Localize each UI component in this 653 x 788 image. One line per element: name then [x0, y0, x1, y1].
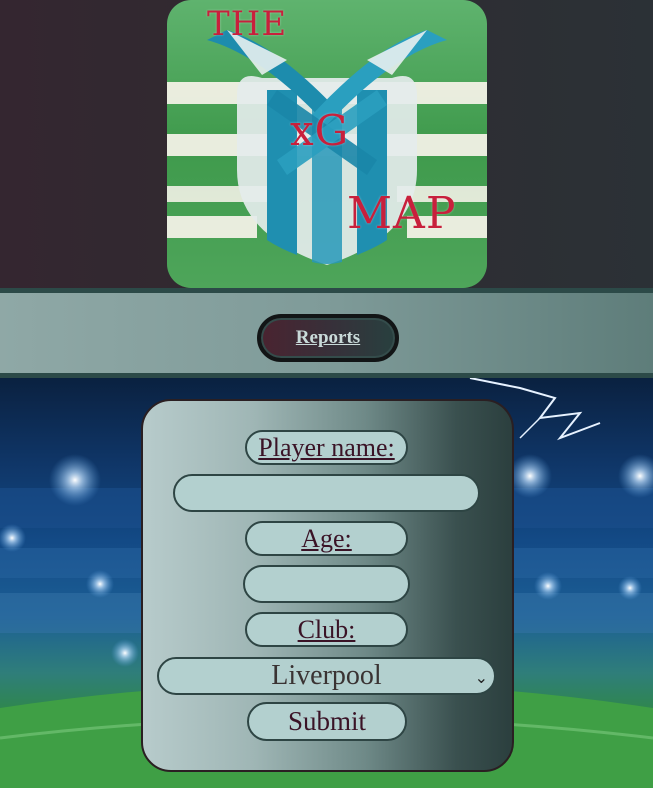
nav-bar: Reports: [0, 288, 653, 378]
reports-button[interactable]: Reports: [257, 314, 399, 362]
header: THE xG MAP: [0, 0, 653, 288]
club-selected-value: Liverpool: [271, 660, 382, 691]
player-name-input[interactable]: [173, 474, 480, 512]
age-input[interactable]: [243, 565, 410, 603]
submit-button[interactable]: Submit: [247, 702, 407, 741]
player-name-label: Player name:: [245, 430, 408, 465]
age-label: Age:: [245, 521, 408, 556]
logo-text-map: MAP: [347, 188, 457, 239]
chevron-down-icon: ⌄: [474, 668, 488, 687]
logo-text-the: THE: [207, 4, 288, 44]
site-logo: THE xG MAP: [167, 0, 487, 288]
logo-text-xg: xG: [290, 106, 350, 155]
club-select[interactable]: Liverpool ⌄: [157, 657, 496, 695]
club-label: Club:: [245, 612, 408, 647]
